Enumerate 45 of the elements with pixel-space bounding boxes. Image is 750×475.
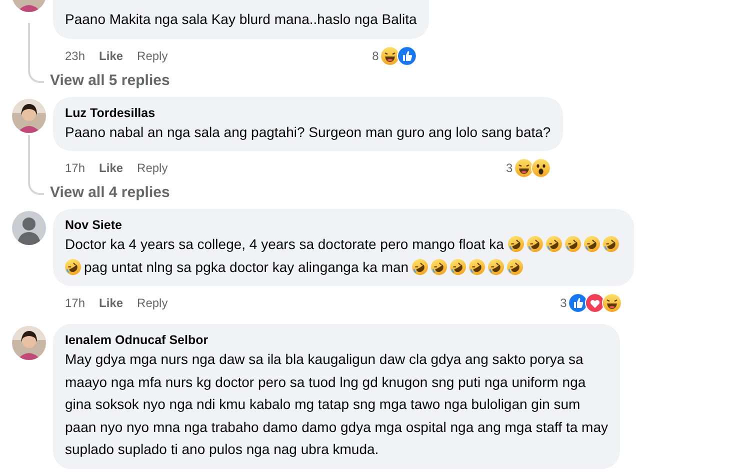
rolling-laughing-emoji-icon bbox=[546, 236, 562, 252]
rolling-laughing-emoji-icon bbox=[526, 236, 543, 252]
commenter-name[interactable]: Nov Siete bbox=[65, 217, 622, 233]
like-icon bbox=[396, 46, 417, 66]
rolling-laughing-emoji-icon bbox=[508, 236, 524, 252]
rolling-laughing-emoji-icon bbox=[431, 258, 448, 274]
commenter-name[interactable]: Ienalem Odnucaf Selbor bbox=[65, 332, 608, 348]
rolling-laughing-emoji-icon bbox=[469, 258, 486, 274]
like-link[interactable]: Like bbox=[99, 294, 124, 312]
avatar-icon bbox=[12, 211, 46, 245]
rolling-laughing-emoji-icon bbox=[450, 258, 466, 274]
rolling-laughing-emoji-icon bbox=[488, 258, 504, 274]
comment-time[interactable]: 23h bbox=[65, 46, 86, 64]
comment-text: Paano nabal an nga sala ang pagtahi? Surgeon man guro ang lolo sang bata? bbox=[65, 122, 551, 142]
rolling-laughing-emoji-icon bbox=[564, 236, 581, 252]
like-link[interactable]: Like bbox=[99, 46, 124, 64]
surprised-emoji-icon bbox=[530, 158, 551, 178]
thread-line bbox=[28, 22, 44, 82]
reaction-count[interactable]: 8 bbox=[372, 46, 379, 64]
rolling-laughing-emoji-icon bbox=[65, 258, 81, 274]
rolling-laughing-emoji-icon bbox=[412, 258, 428, 274]
reply-link[interactable]: Reply bbox=[137, 294, 168, 312]
rolling-laughing-emoji-icon bbox=[507, 258, 524, 274]
commenter-name[interactable]: Luz Tordesillas bbox=[65, 104, 551, 120]
like-icon bbox=[568, 293, 588, 313]
comment-text: May gdya mga nurs nga daw sa ila bla kaugaligun daw cla gdya ang sakto porya sa maayo nga mfa nurs kg doctor pero sa tuod lng gd knugon sng puti nga uniform nga gina soksok nyo nga ndi kmu kabalo mg tatap sng mga tawo nga buloligan gin sum paan nyo nyo mna nga trabaho damo damo gdya mga ospital nga ang mga staff ta may suplado suplado ti ano pulos nga nag ubra kmuda. bbox=[65, 350, 608, 459]
thread-line bbox=[28, 135, 44, 195]
comment-time[interactable]: 17h bbox=[65, 294, 86, 312]
reaction-count[interactable]: 3 bbox=[506, 159, 513, 177]
rolling-laughing-emoji-icon bbox=[602, 236, 619, 252]
laughing-emoji-icon bbox=[602, 293, 622, 313]
comment-text: Paano Makita nga sala Kay blurd mana..haslo nga Balita bbox=[65, 10, 417, 29]
comment-text: Doctor ka 4 years sa college, 4 years sa doctorate pero mango float ka bbox=[65, 236, 505, 252]
like-link[interactable]: Like bbox=[99, 159, 124, 177]
reply-link[interactable]: Reply bbox=[137, 46, 168, 64]
laughing-emoji-icon bbox=[514, 158, 534, 178]
reaction-count[interactable]: 3 bbox=[560, 294, 567, 312]
comment-text: pag untat nlng sa pgka doctor kay alinganga ka man bbox=[84, 258, 410, 274]
view-replies-link[interactable]: View all 4 replies bbox=[50, 183, 170, 203]
heart-icon bbox=[584, 293, 605, 313]
comment-time[interactable]: 17h bbox=[65, 159, 86, 177]
laughing-emoji-icon bbox=[380, 46, 400, 66]
reply-link[interactable]: Reply bbox=[137, 159, 168, 177]
view-replies-link[interactable]: View all 5 replies bbox=[50, 70, 170, 90]
rolling-laughing-emoji-icon bbox=[584, 236, 600, 252]
